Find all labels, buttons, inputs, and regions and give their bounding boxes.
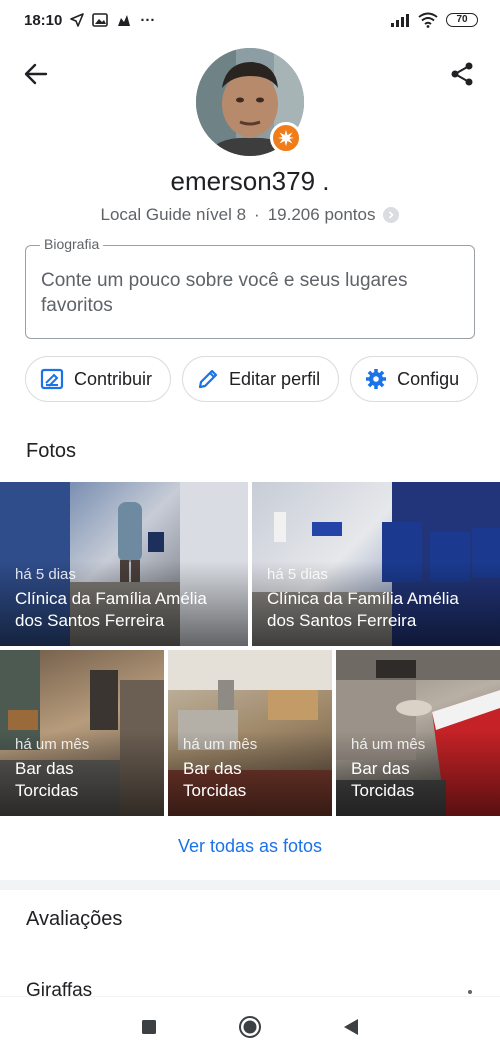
photo-place-line: Torcidas [351,781,415,800]
circle-icon [239,1016,261,1038]
photo-date: há um mês [15,736,90,753]
image-notification-icon [92,13,109,27]
photo-place-line: Bar das [351,759,410,778]
photo-place: Bar das Torcidas [15,758,78,802]
photo-place-line: dos Santos Ferreira [267,611,417,630]
reviews-section-title: Avaliações [26,908,123,930]
more-notifications-icon: ··· [140,11,156,29]
local-guide-points: 19.206 pontos [267,205,376,224]
photos-grid-bottom: há um mês Bar das Torcidas há um mês Bar… [0,650,500,816]
square-icon [142,1020,156,1034]
local-guide-summary: Local Guide nível 8 · 19.206 pontos [0,205,500,225]
see-all-photos-link[interactable]: Ver todas as fotos [0,836,500,857]
share-icon [451,62,473,86]
edit-profile-label: Editar perfil [229,368,321,389]
home-button[interactable] [238,1015,262,1039]
summary-separator: · [254,205,260,224]
navigation-arrow-icon [70,13,85,27]
photo-tile[interactable]: há um mês Bar das Torcidas [168,650,332,816]
photo-place-line: Clínica da Família Amélia [267,589,459,608]
gear-icon [366,369,387,389]
photo-place: Clínica da Família Amélia dos Santos Fer… [267,588,459,632]
app-notification-icon [116,13,132,27]
contribute-label: Contribuir [74,368,153,389]
contribute-button[interactable]: Contribuir [25,356,172,402]
settings-label: Configu [397,368,460,389]
photos-grid-top: há 5 dias Clínica da Família Amélia dos … [0,482,500,646]
points-info-button[interactable] [383,207,400,223]
battery-indicator: 70 [446,13,478,27]
profile-avatar-container [196,48,304,156]
photo-tile[interactable]: há um mês Bar das Torcidas [0,650,164,816]
status-time: 18:10 [24,11,63,29]
back-arrow-icon [24,63,48,85]
bio-label: Biografia [40,236,104,252]
photo-date: há 5 dias [267,566,328,583]
chevron-right-icon [389,211,395,219]
photo-place-line: Torcidas [183,781,247,800]
photo-place: Bar das Torcidas [183,758,246,802]
local-guide-level: Local Guide nível 8 [100,205,247,224]
system-navigation-bar [0,996,500,1056]
photo-place-line: Torcidas [15,781,79,800]
contribute-icon [40,368,64,390]
bio-input[interactable]: Biografia Conte um pouco sobre você e se… [25,236,475,339]
photo-date: há um mês [351,736,426,753]
photo-tile[interactable]: há um mês Bar das Torcidas [336,650,500,816]
status-bar: 18:10 ··· 70 [0,0,500,40]
photo-place: Clínica da Família Amélia dos Santos Fer… [15,588,207,632]
edit-profile-button[interactable]: Editar perfil [182,356,340,402]
wifi-icon [418,12,438,28]
section-divider [0,880,500,890]
back-button[interactable] [20,60,52,88]
triangle-back-icon [344,1019,358,1035]
photo-place-line: Bar das [15,759,74,778]
review-more-options-icon[interactable] [468,990,472,994]
pencil-icon [198,369,218,389]
recent-apps-button[interactable] [137,1015,161,1039]
profile-username: emerson379 . [170,166,330,196]
photo-place-line: Bar das [183,759,242,778]
photo-date: há 5 dias [15,566,76,583]
signal-icon [390,13,410,27]
photo-tile[interactable]: há 5 dias Clínica da Família Amélia dos … [252,482,500,646]
photo-place-line: dos Santos Ferreira [15,611,165,630]
back-nav-button[interactable] [339,1015,363,1039]
settings-button[interactable]: Configu [350,356,479,402]
photo-place-line: Clínica da Família Amélia [15,589,207,608]
photo-date: há um mês [183,736,258,753]
local-guide-badge-icon [270,122,302,154]
photo-tile[interactable]: há 5 dias Clínica da Família Amélia dos … [0,482,248,646]
photo-place: Bar das Torcidas [351,758,414,802]
share-button[interactable] [446,58,478,90]
profile-actions: Contribuir Editar perfil Configu [25,356,479,402]
bio-placeholder: Conte um pouco sobre você e seus lugares… [41,270,408,316]
photos-section-title: Fotos [26,440,77,462]
